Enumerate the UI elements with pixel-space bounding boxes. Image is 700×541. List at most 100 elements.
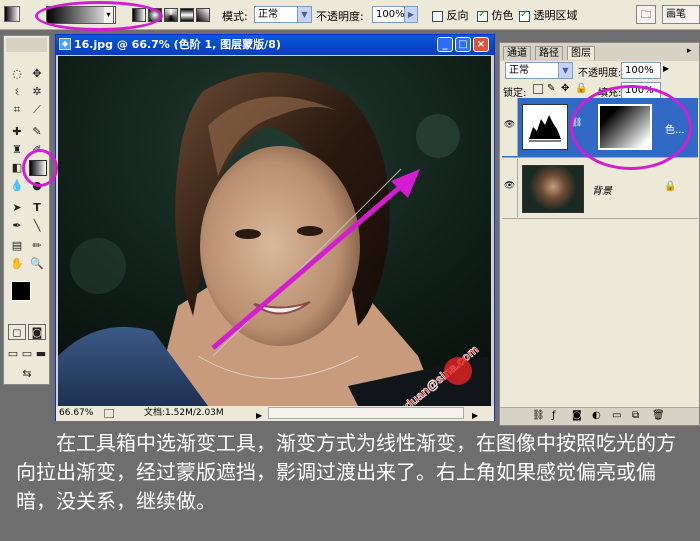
- standard-mode-icon[interactable]: ◻: [8, 324, 26, 340]
- brush-tool-icon[interactable]: ✎: [28, 124, 46, 140]
- lock-label: 锁定:: [503, 88, 527, 99]
- diamond-gradient-button[interactable]: [196, 8, 210, 22]
- document-icon: ◆: [59, 38, 71, 50]
- minimize-button[interactable]: _: [437, 37, 453, 52]
- reverse-label: 反向: [446, 9, 469, 22]
- histogram-icon: [529, 115, 561, 142]
- tutorial-caption: 在工具箱中选渐变工具，渐变方式为线性渐变，在图像中按照吃光的方向拉出渐变，经过蒙…: [16, 431, 676, 513]
- highlight-ring-gradient-tool: [22, 149, 58, 187]
- crop-tool-icon[interactable]: ⌗: [8, 102, 26, 118]
- zoom-level[interactable]: 66.67%: [59, 406, 93, 421]
- type-tool-icon[interactable]: T: [28, 200, 46, 216]
- levels-adjustment-thumbnail[interactable]: [522, 104, 568, 150]
- lock-transparency-icon[interactable]: [533, 84, 543, 94]
- screen-mode-standard-icon[interactable]: ▭: [6, 346, 20, 362]
- dither-option[interactable]: 仿色: [477, 7, 514, 23]
- blur-tool-icon[interactable]: 💧: [8, 178, 26, 194]
- layer-style-icon[interactable]: ƒ: [552, 410, 556, 421]
- mode-label: 模式:: [222, 10, 248, 23]
- link-layers-icon[interactable]: ⛓: [532, 410, 545, 421]
- horizontal-scrollbar[interactable]: [268, 407, 464, 419]
- document-status-bar: 66.67% 文档:1.52M/2.03M ▶ ▶: [56, 406, 494, 421]
- tab-layers[interactable]: 图层: [567, 46, 595, 60]
- screen-mode-full-menu-icon[interactable]: ▭: [20, 346, 34, 362]
- tab-paths[interactable]: 路径: [535, 46, 563, 60]
- mode-select[interactable]: 正常 ▼: [254, 6, 312, 23]
- blend-mode-select[interactable]: 正常 ▼: [505, 62, 573, 79]
- lock-position-icon[interactable]: ✥: [561, 83, 569, 94]
- slice-tool-icon[interactable]: ⟋: [28, 102, 46, 118]
- mode-value: 正常: [258, 9, 278, 20]
- layer-row-background[interactable]: 👁 背景 🔒: [502, 159, 698, 219]
- document-title-bar[interactable]: ◆ 16.jpg @ 66.7% (色阶 1, 图层蒙版/8) _ □ ×: [56, 35, 494, 55]
- transparency-checkbox[interactable]: [519, 9, 530, 22]
- eye-icon[interactable]: 👁: [502, 98, 518, 156]
- photo-illustration: wangduan@sina.com: [58, 56, 491, 406]
- clone-stamp-icon[interactable]: ♜: [8, 142, 26, 158]
- quick-mask-mode-icon[interactable]: ◙: [28, 324, 46, 340]
- panel-menu-icon[interactable]: ▸: [687, 46, 692, 56]
- transparency-label: 透明区域: [533, 9, 578, 22]
- dither-checkbox[interactable]: [477, 9, 488, 22]
- toolbox-header: [6, 38, 47, 52]
- lock-image-icon[interactable]: ✎: [547, 83, 555, 94]
- hand-tool-icon[interactable]: ✋: [8, 256, 26, 272]
- move-tool-icon[interactable]: ✥: [28, 66, 46, 82]
- layers-footer: ⛓ ƒ ◙ ◐ ▭ ⧉ 🗑: [500, 407, 699, 425]
- angle-gradient-button[interactable]: [164, 8, 178, 22]
- brushes-palette-tab[interactable]: 画笔: [662, 5, 700, 24]
- document-window: ◆ 16.jpg @ 66.7% (色阶 1, 图层蒙版/8) _ □ × 66…: [55, 34, 495, 421]
- maximize-button[interactable]: □: [455, 37, 471, 52]
- opacity-slider-arrow-icon[interactable]: ▶: [404, 6, 418, 23]
- eyedropper-tool-icon[interactable]: ✏: [28, 238, 46, 254]
- left-eye: [235, 229, 261, 239]
- new-group-icon[interactable]: ▭: [612, 410, 621, 421]
- layer-opacity-arrow-icon[interactable]: ▶: [663, 64, 669, 73]
- reflected-gradient-button[interactable]: [180, 8, 194, 22]
- jump-to-imageready-icon[interactable]: ⇆: [14, 366, 40, 382]
- marquee-tool-icon[interactable]: ◌: [8, 66, 26, 82]
- healing-brush-icon[interactable]: ✚: [8, 124, 26, 140]
- new-fill-layer-icon[interactable]: ◐: [592, 410, 601, 421]
- pen-tool-icon[interactable]: ✒: [8, 218, 26, 234]
- lasso-tool-icon[interactable]: ଽ: [8, 84, 26, 100]
- line-tool-icon[interactable]: ╲: [28, 218, 46, 234]
- image-canvas[interactable]: wangduan@sina.com: [58, 56, 491, 406]
- reverse-option[interactable]: 反向: [432, 7, 469, 23]
- screen-mode-full-icon[interactable]: ▬: [34, 346, 48, 362]
- close-button[interactable]: ×: [473, 37, 489, 52]
- document-title: 16.jpg @ 66.7% (色阶 1, 图层蒙版/8): [74, 38, 281, 51]
- right-eye: [297, 226, 323, 236]
- add-mask-icon[interactable]: ◙: [572, 410, 582, 421]
- scroll-right-arrow-icon[interactable]: ▶: [472, 408, 478, 423]
- tab-channels[interactable]: 通道: [503, 46, 531, 60]
- background-layer-thumbnail[interactable]: [522, 165, 584, 213]
- path-selection-icon[interactable]: ➤: [8, 200, 26, 216]
- notes-tool-icon[interactable]: ▤: [8, 238, 26, 254]
- magic-wand-icon[interactable]: ✲: [28, 84, 46, 100]
- layer-opacity-label: 不透明度:: [578, 68, 622, 79]
- trash-icon[interactable]: 🗑: [652, 410, 665, 421]
- new-layer-icon[interactable]: ⧉: [632, 410, 639, 421]
- face: [200, 146, 360, 346]
- foreground-color-swatch[interactable]: [11, 281, 31, 301]
- opacity-label: 不透明度:: [316, 10, 364, 23]
- bokeh-light: [70, 238, 126, 294]
- highlight-ring-layer-mask: [570, 85, 692, 170]
- brushes-palette-label: 画笔: [666, 9, 686, 20]
- blend-mode-value: 正常: [509, 65, 529, 76]
- lock-all-icon[interactable]: 🔒: [575, 83, 587, 94]
- reverse-checkbox[interactable]: [432, 10, 443, 22]
- layer-opacity-input[interactable]: 100%: [621, 62, 661, 79]
- watermark-seal: [444, 357, 472, 385]
- status-menu-arrow-icon[interactable]: ▶: [256, 408, 262, 423]
- gradient-tool-icon[interactable]: [4, 6, 20, 22]
- eye-icon[interactable]: 👁: [502, 159, 518, 217]
- chevron-down-icon: ▼: [297, 7, 311, 22]
- dither-label: 仿色: [491, 9, 514, 22]
- transparency-option[interactable]: 透明区域: [519, 7, 578, 23]
- bokeh-light: [416, 114, 460, 158]
- zoom-tool-icon[interactable]: 🔍: [28, 256, 46, 272]
- file-browser-icon[interactable]: 🗀: [636, 5, 656, 24]
- lock-icon: 🔒: [664, 181, 677, 192]
